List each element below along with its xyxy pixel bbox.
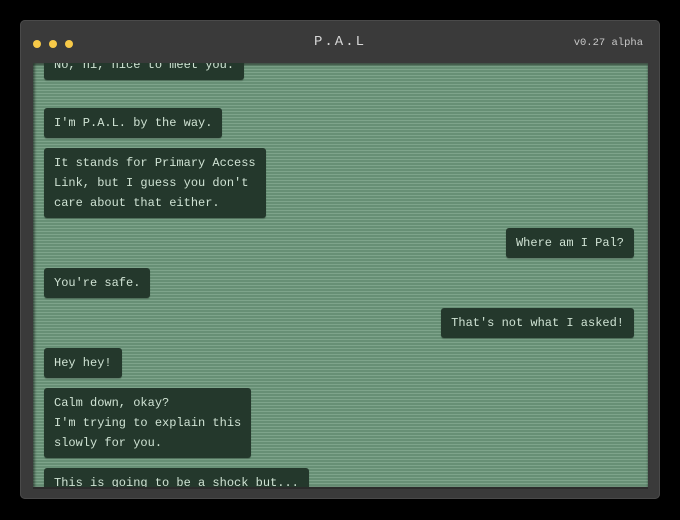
app-title: P.A.L — [313, 34, 366, 50]
chat-message-pal: Calm down, okay? I'm trying to explain t… — [44, 388, 252, 458]
title-bar: P.A.L v0.27 alpha — [20, 20, 660, 64]
chat-message-pal: You're safe. — [44, 268, 151, 298]
chat-message-pal: No, hi, nice to meet you. — [44, 63, 245, 80]
chat-message-user: Where am I Pal? — [505, 228, 634, 258]
chat-screen[interactable]: No, hi, nice to meet you. I'm P.A.L. by … — [33, 63, 648, 487]
version-label: v0.27 alpha — [573, 37, 643, 49]
chat-message-pal: I'm P.A.L. by the way. — [44, 108, 223, 138]
chat-message-pal: This is going to be a shock but... — [44, 468, 309, 487]
chat-message-pal: Hey hey! — [44, 348, 122, 378]
screen-bezel — [33, 487, 648, 489]
chat-message-user: That's not what I asked! — [441, 308, 634, 338]
chat-message-pal: It stands for Primary Access Link, but I… — [44, 148, 266, 218]
pal-window: P.A.L v0.27 alpha No, hi, nice to meet y… — [20, 20, 660, 499]
